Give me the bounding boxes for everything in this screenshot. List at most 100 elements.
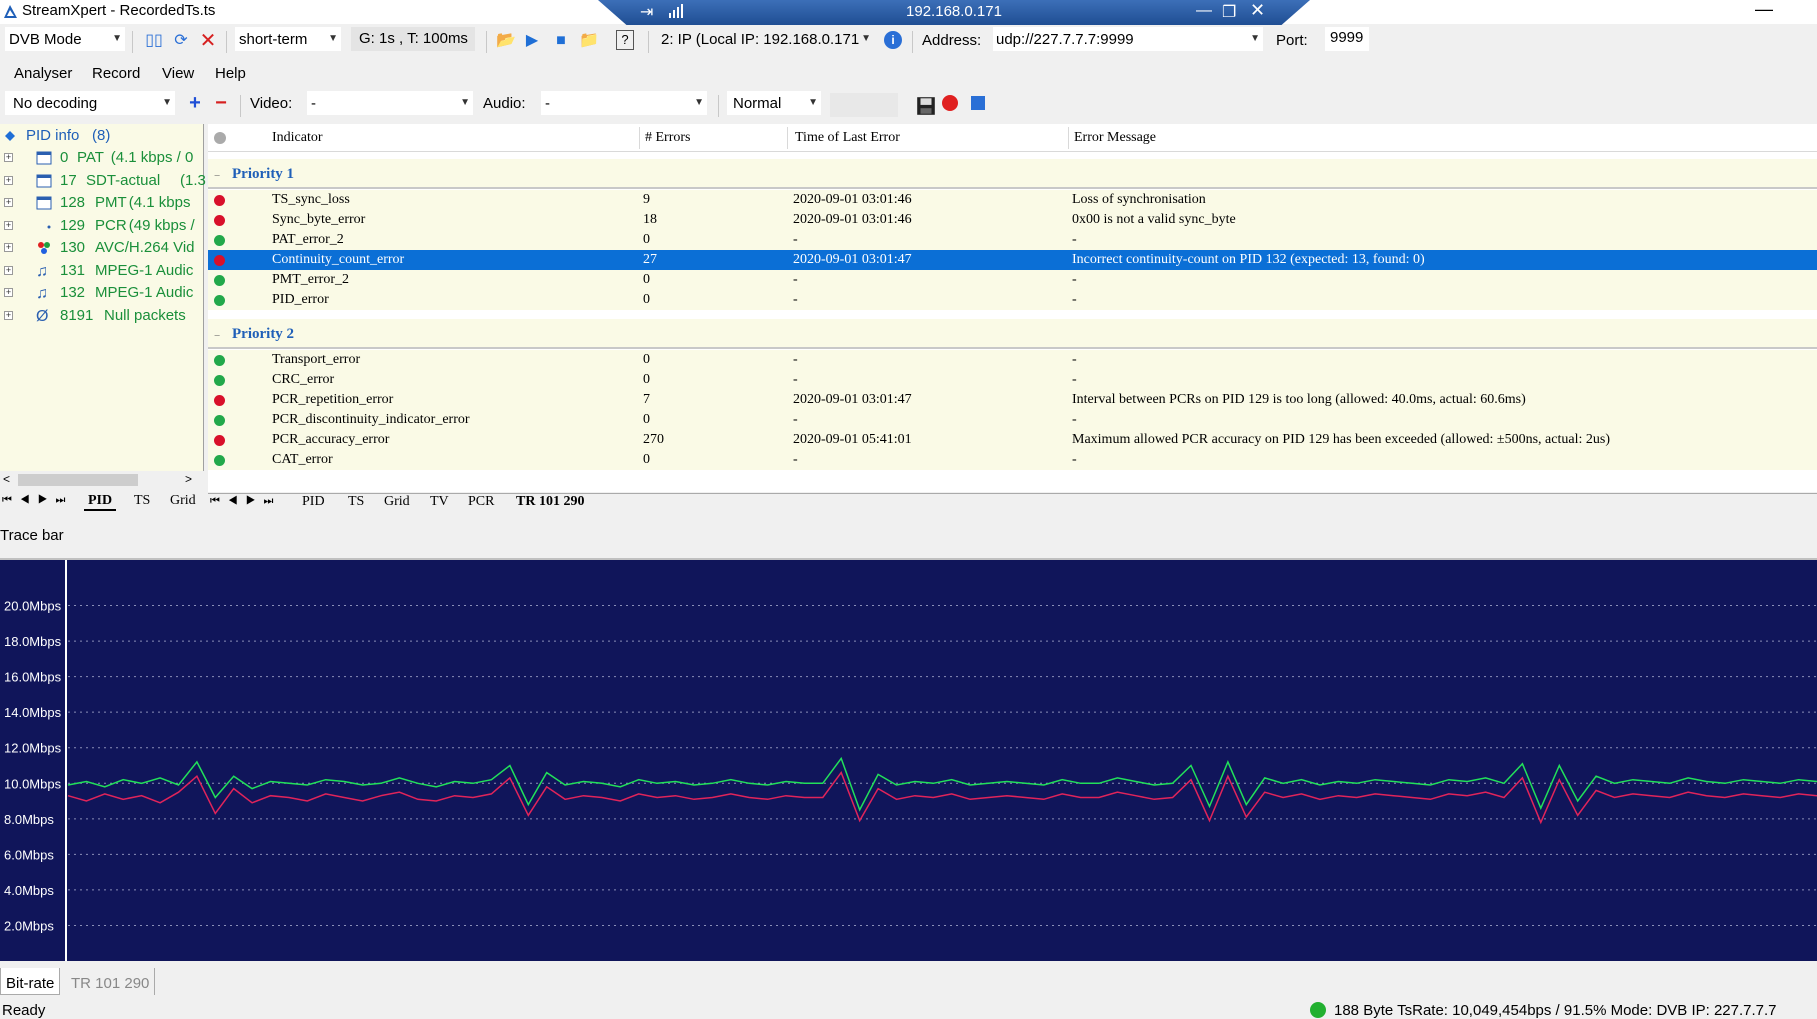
grid-row[interactable]: PMT_error_2 0 - - [208, 270, 1817, 290]
grid-row[interactable]: PAT_error_2 0 - - [208, 230, 1817, 250]
errors-cell: 0 [643, 232, 650, 247]
tab-grid[interactable]: Grid [166, 493, 200, 511]
separator [240, 95, 241, 117]
col-errors[interactable]: # Errors [645, 130, 691, 146]
tab-tr101290[interactable]: TR 101 290 [512, 494, 588, 512]
expand-icon[interactable]: + [4, 198, 13, 207]
priority1-group[interactable]: − Priority 1 [208, 159, 1817, 189]
grid-row[interactable]: CRC_error 0 - - [208, 370, 1817, 390]
menu-record[interactable]: Record [92, 65, 140, 82]
address-input[interactable]: udp://227.7.7.7:9999 ▼ [992, 26, 1264, 52]
grid-row[interactable]: Transport_error 0 - - [208, 350, 1817, 370]
scrollbar-thumb[interactable] [18, 474, 138, 486]
separator [486, 31, 487, 53]
tab-pcr[interactable]: PCR [464, 494, 498, 512]
pid-number: 0 [60, 149, 69, 166]
col-indicator[interactable]: Indicator [272, 130, 323, 146]
interval-field[interactable]: G: 1s , T: 100ms [350, 26, 476, 52]
grid-row[interactable]: Sync_byte_error 18 2020-09-01 03:01:46 0x00… [208, 210, 1817, 230]
source-select[interactable]: 2: IP (Local IP: 192.168.0.171 ▼ [656, 26, 876, 52]
tab-grid[interactable]: Grid [380, 494, 414, 512]
port-input[interactable]: 9999 [1324, 26, 1370, 52]
minimize-button[interactable]: — [1749, 0, 1779, 22]
mode-select[interactable]: DVB Mode ▼ [4, 26, 126, 52]
speed-value: Normal [733, 95, 782, 112]
term-select[interactable]: short-term ▼ [234, 26, 342, 52]
audio-select[interactable]: - ▼ [540, 90, 708, 116]
tab-nav-arrows-icon[interactable]: ⏮◀▶⏭ [2, 494, 73, 507]
grid-row[interactable]: PID_error 0 - - [208, 290, 1817, 310]
grid-row[interactable]: PCR_accuracy_error 270 2020-09-01 05:41:01… [208, 430, 1817, 450]
grid-row[interactable]: Continuity_count_error 27 2020-09-01 03:01… [208, 250, 1817, 270]
time-cell: 2020-09-01 03:01:47 [793, 252, 912, 267]
save-icon[interactable] [915, 95, 937, 117]
tab-ts[interactable]: TS [130, 493, 154, 511]
grid-row[interactable]: TS_sync_loss 9 2020-09-01 03:01:46 Loss of … [208, 190, 1817, 210]
video-select[interactable]: - ▼ [306, 90, 474, 116]
tab-pid[interactable]: PID [84, 493, 117, 511]
pid-name: MPEG-1 Audic [95, 284, 194, 301]
pid-number: 130 [60, 239, 86, 256]
scroll-right-icon[interactable]: > [185, 472, 192, 486]
chevron-down-icon: ▼ [694, 97, 704, 108]
play-icon[interactable]: ▶ [521, 30, 543, 52]
expand-icon[interactable]: + [4, 220, 13, 230]
tab-pid[interactable]: PID [298, 494, 329, 512]
expand-icon[interactable]: + [4, 175, 13, 185]
expand-icon[interactable]: + [4, 265, 13, 275]
message-cell: - [1072, 372, 1077, 387]
help-icon[interactable]: ? [616, 30, 634, 50]
y-tick-label: 4.0Mbps [4, 883, 54, 898]
grid-row[interactable]: CAT_error 0 - - [208, 450, 1817, 470]
menu-help[interactable]: Help [215, 65, 246, 82]
stop-x-icon[interactable]: ✕ [197, 30, 219, 52]
indicator-cell: PCR_accuracy_error [272, 432, 390, 447]
remote-minimize-icon[interactable]: — [1196, 2, 1212, 20]
refresh-icon[interactable]: ⟳ [170, 30, 192, 52]
remote-restore-icon[interactable]: ❐ [1222, 2, 1236, 22]
columns-icon[interactable]: ▯▯ [143, 30, 165, 52]
menu-view[interactable]: View [162, 65, 194, 82]
status-error-icon [214, 435, 225, 446]
folder-icon[interactable]: 📁 [578, 30, 600, 52]
menu-help-label: Help [215, 65, 246, 82]
col-message[interactable]: Error Message [1074, 130, 1156, 146]
scroll-left-icon[interactable]: < [3, 472, 10, 486]
tab-nav-arrows-icon[interactable]: ⏮◀▶⏭ [210, 495, 281, 508]
errors-cell: 0 [643, 352, 650, 367]
expand-icon[interactable]: + [4, 288, 13, 297]
grid-row[interactable]: PCR_repetition_error 7 2020-09-01 03:01:47… [208, 390, 1817, 410]
source-value: 2: IP (Local IP: 192.168.0.171 [661, 31, 860, 48]
expand-icon[interactable]: + [4, 243, 13, 252]
tab-trace-tr101290[interactable]: TR 101 290 [66, 968, 156, 995]
remote-close-icon[interactable]: ✕ [1250, 0, 1265, 21]
tab-tv[interactable]: TV [426, 494, 453, 512]
errors-cell: 0 [643, 272, 650, 287]
collapse-icon[interactable]: − [214, 170, 220, 182]
stop-record-icon[interactable] [971, 96, 985, 110]
expand-icon[interactable]: + [4, 310, 13, 320]
errors-cell: 0 [643, 372, 650, 387]
info-icon[interactable]: i [884, 31, 902, 49]
add-icon[interactable]: + [184, 92, 206, 114]
stop-icon[interactable]: ■ [550, 30, 572, 52]
tree-root-icon [5, 131, 15, 141]
speed-select[interactable]: Normal ▼ [726, 90, 822, 116]
collapse-icon[interactable]: − [214, 330, 220, 342]
menu-analyser[interactable]: Analyser [14, 65, 72, 82]
expand-icon[interactable]: + [4, 153, 13, 162]
priority2-group[interactable]: − Priority 2 [208, 319, 1817, 349]
audio-label: Audio: [483, 95, 526, 112]
remove-icon[interactable]: − [210, 92, 232, 114]
open-stream-icon[interactable]: 📂 [495, 30, 517, 52]
record-icon[interactable] [942, 95, 958, 111]
y-tick-label: 16.0Mbps [4, 670, 62, 685]
grid-row[interactable]: PCR_discontinuity_indicator_error 0 - - [208, 410, 1817, 430]
port-label: Port: [1276, 32, 1308, 49]
column-separator [787, 127, 788, 149]
decoding-select[interactable]: No decoding ▼ [4, 90, 176, 116]
left-horizontal-scrollbar[interactable]: < > [0, 471, 204, 489]
col-time[interactable]: Time of Last Error [795, 130, 900, 146]
tab-ts[interactable]: TS [344, 494, 368, 512]
tab-bitrate[interactable]: Bit-rate [0, 968, 61, 995]
